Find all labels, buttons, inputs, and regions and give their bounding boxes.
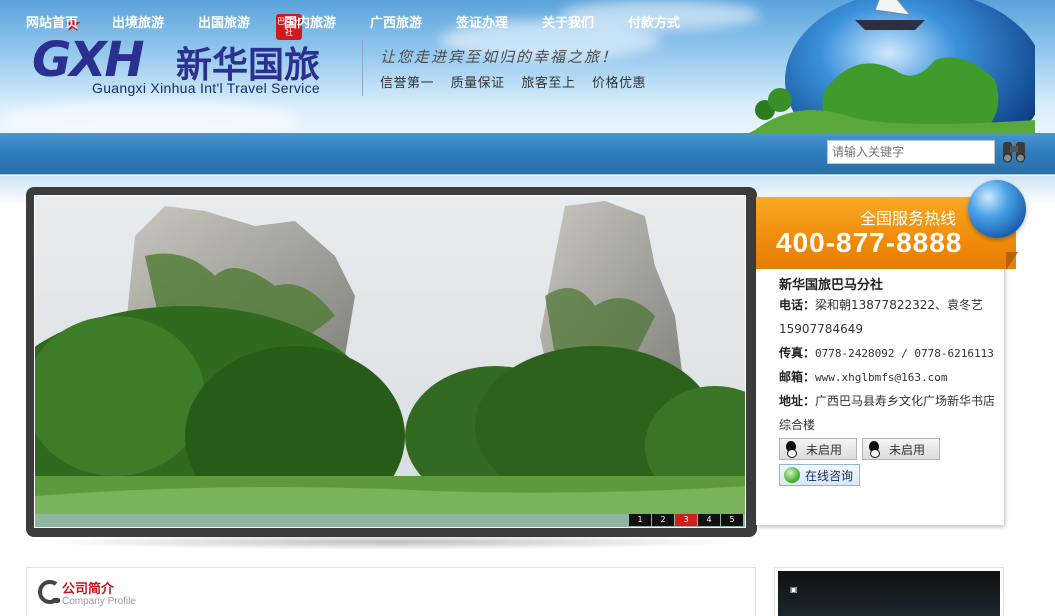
nav-item-guangxi[interactable]: 广西旅游: [370, 12, 422, 31]
fax-row: 传真：0778-2428092 / 0778-6216113: [779, 341, 994, 366]
address-label: 地址：: [779, 394, 816, 408]
fax-value: 0778-2428092 / 0778-6216113: [815, 347, 994, 360]
tag-item: 价格优惠: [591, 76, 646, 91]
karst-landscape-photo: [35, 196, 745, 527]
online-consult-button[interactable]: 在线咨询: [779, 464, 860, 486]
slider-page-1[interactable]: 1: [629, 514, 651, 526]
address-value: 广西巴马县寿乡文化广场新华书店: [815, 394, 996, 408]
tag-item: 质量保证: [450, 76, 505, 91]
qq-penguin-icon: [867, 441, 881, 458]
nav-item-domestic[interactable]: 国内旅游: [284, 12, 336, 31]
header-tags: 信誉第一 质量保证 旅客至上 价格优惠: [380, 72, 658, 91]
address-row-2: 综合楼: [779, 413, 815, 437]
logo-english-name: Guangxi Xinhua Int'l Travel Service: [92, 80, 320, 96]
tag-item: 信誉第一: [380, 76, 435, 91]
header-divider: [362, 40, 363, 96]
binoculars-icon[interactable]: [1000, 136, 1028, 166]
company-profile-section: [26, 567, 756, 616]
phone-value: 梁和朝13877822322、袁冬艺: [815, 298, 983, 312]
qq-button-label: 未启用: [889, 442, 926, 457]
header-slogan: 让您走进宾至如归的幸福之旅！: [380, 48, 619, 66]
hotline-number: 400-877-8888: [776, 227, 963, 258]
company-profile-title[interactable]: 公司简介: [62, 578, 114, 597]
qq-penguin-icon: [784, 441, 798, 458]
slider-page-2[interactable]: 2: [652, 514, 674, 526]
tag-item: 旅客至上: [521, 76, 576, 91]
company-name: 新华国旅巴马分社: [779, 278, 884, 293]
phone-label: 电话：: [779, 298, 816, 312]
nav-item-abroad[interactable]: 出国旅游: [198, 12, 250, 31]
email-value[interactable]: www.xhglbmfs@163.com: [815, 371, 947, 384]
slider-page-4[interactable]: 4: [698, 514, 720, 526]
nav-item-about[interactable]: 关于我们: [542, 12, 594, 31]
search-input[interactable]: [827, 140, 995, 164]
side-video-logo: ▣: [790, 585, 798, 594]
phone-row: 电话：梁和朝13877822322、袁冬艺: [779, 293, 983, 317]
email-row: 邮箱：www.xhglbmfs@163.com: [779, 365, 947, 390]
hotline-ribbon-tail: [1006, 252, 1018, 270]
hotline-label: 全国服务热线: [859, 209, 956, 228]
nav-item-outbound[interactable]: 出境旅游: [112, 12, 164, 31]
nav-item-payment[interactable]: 付款方式: [628, 12, 680, 31]
slider-shadow: [36, 534, 747, 550]
qq-button-2[interactable]: 未启用: [862, 438, 940, 460]
slider-pager: 1 2 3 4 5: [628, 514, 743, 526]
online-consult-label: 在线咨询: [805, 468, 854, 483]
nav-item-home[interactable]: 网站首页: [26, 12, 78, 31]
email-label: 邮箱：: [779, 370, 816, 384]
slider-image[interactable]: 1 2 3 4 5: [34, 195, 746, 528]
phone-row-2: 15907784649: [779, 317, 863, 341]
qq-button-label: 未启用: [806, 442, 843, 457]
chat-bubble-icon: [784, 467, 800, 483]
headset-icon: [38, 580, 60, 604]
phone-value-2: 15907784649: [779, 322, 863, 336]
address-value-2: 综合楼: [779, 418, 816, 432]
nav-item-visa[interactable]: 签证办理: [456, 12, 508, 31]
slider-page-3[interactable]: 3: [675, 514, 697, 526]
globe-icon: [968, 180, 1026, 238]
fax-label: 传真：: [779, 346, 816, 360]
address-row: 地址：广西巴马县寿乡文化广场新华书店: [779, 389, 995, 413]
company-profile-subtitle: Company Profile: [62, 596, 136, 607]
side-video-thumbnail[interactable]: [778, 571, 1000, 616]
qq-button-1[interactable]: 未启用: [779, 438, 857, 460]
globe-sailboat-banner: [749, 0, 1035, 133]
slider-page-5[interactable]: 5: [721, 514, 743, 526]
